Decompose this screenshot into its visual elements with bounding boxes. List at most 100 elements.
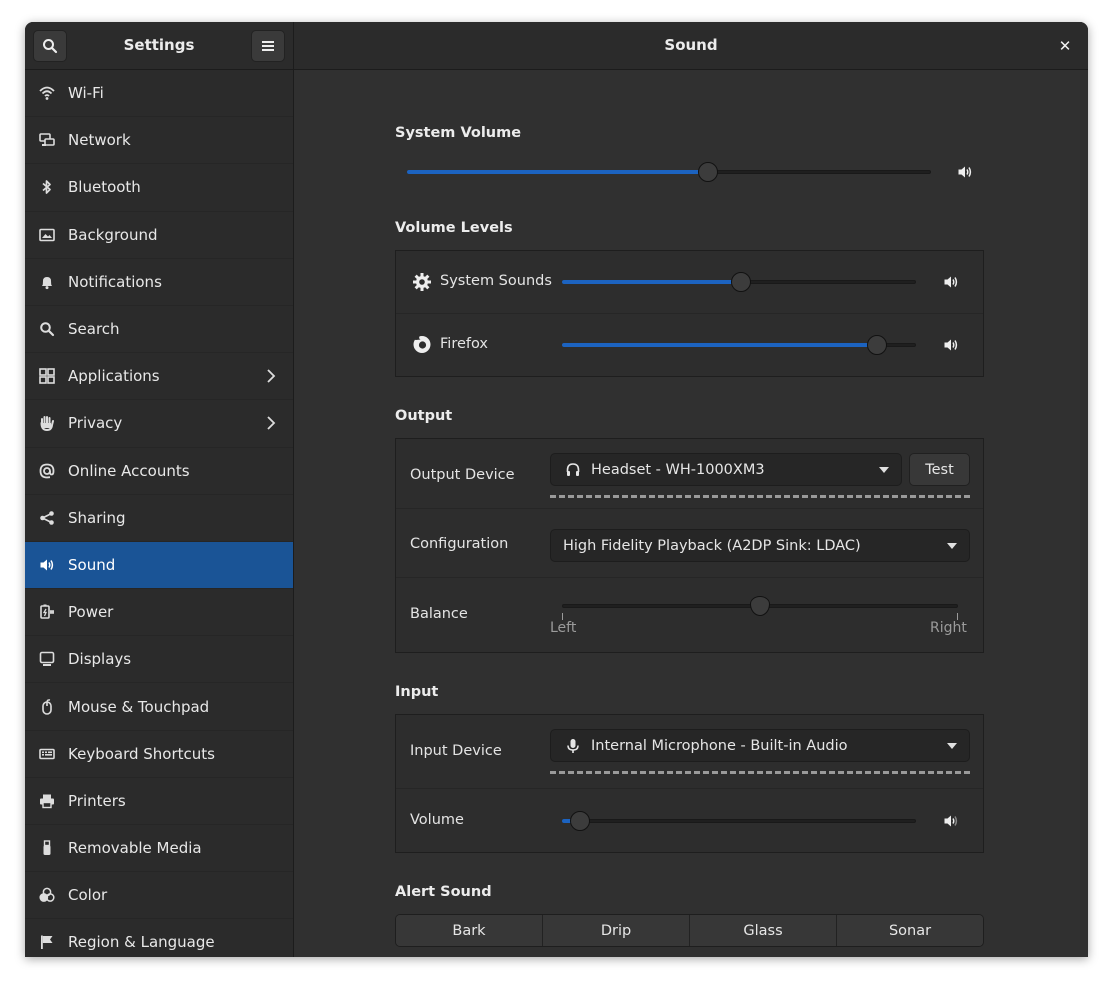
balance-right-label: Right bbox=[930, 620, 967, 636]
sidebar-item-network[interactable]: Network bbox=[25, 117, 293, 165]
alert-sound-glass[interactable]: Glass bbox=[690, 915, 837, 946]
balance-label: Balance bbox=[410, 606, 468, 622]
balance-row: Balance Left Right bbox=[396, 578, 983, 652]
sidebar-item-background[interactable]: Background bbox=[25, 212, 293, 259]
at-sign-icon bbox=[38, 462, 56, 480]
speaker-icon[interactable] bbox=[943, 337, 959, 353]
microphone-icon bbox=[567, 738, 579, 753]
speaker-icon[interactable] bbox=[957, 164, 973, 180]
slider-knob[interactable] bbox=[730, 272, 751, 292]
alert-sound-bark[interactable]: Bark bbox=[396, 915, 543, 946]
slider-knob[interactable] bbox=[569, 811, 590, 831]
alert-sound-selector: Bark Drip Glass Sonar bbox=[395, 914, 984, 947]
sidebar-item-privacy[interactable]: Privacy bbox=[25, 400, 293, 448]
output-device-value: Headset - WH-1000XM3 bbox=[591, 461, 765, 478]
slider-trough bbox=[562, 819, 916, 823]
system-sounds-label: System Sounds bbox=[440, 273, 552, 289]
speaker-icon[interactable] bbox=[943, 274, 959, 290]
input-device-dropdown[interactable]: Internal Microphone - Built-in Audio bbox=[550, 729, 970, 762]
test-button-label: Test bbox=[925, 461, 954, 478]
slider-knob[interactable] bbox=[698, 162, 719, 182]
sidebar-item-removable-media[interactable]: Removable Media bbox=[25, 825, 293, 873]
configuration-dropdown[interactable]: High Fidelity Playback (A2DP Sink: LDAC) bbox=[550, 529, 970, 562]
output-title: Output bbox=[395, 408, 453, 424]
sidebar-item-notifications[interactable]: Notifications bbox=[25, 259, 293, 306]
alert-sound-sonar[interactable]: Sonar bbox=[837, 915, 983, 946]
sidebar-item-label: Sound bbox=[68, 555, 116, 574]
display-icon bbox=[38, 650, 56, 668]
input-volume-slider[interactable] bbox=[562, 811, 916, 831]
sidebar-item-label: Wi-Fi bbox=[68, 84, 104, 103]
sidebar-item-label: Bluetooth bbox=[68, 178, 141, 197]
firefox-label: Firefox bbox=[440, 336, 488, 352]
color-icon bbox=[38, 886, 56, 904]
sidebar: Wi-Fi Network Bluetooth Background Notif… bbox=[25, 70, 294, 957]
sidebar-item-label: Color bbox=[68, 886, 108, 905]
sidebar-item-online-accounts[interactable]: Online Accounts bbox=[25, 448, 293, 495]
sidebar-item-label: Removable Media bbox=[68, 839, 202, 858]
firefox-volume-slider[interactable] bbox=[562, 335, 916, 355]
speaker-low-icon[interactable] bbox=[943, 813, 959, 829]
usb-icon bbox=[38, 839, 56, 857]
chevron-right-icon bbox=[267, 369, 276, 383]
network-icon bbox=[38, 131, 56, 149]
search-icon bbox=[38, 320, 56, 338]
sidebar-item-sound[interactable]: Sound bbox=[25, 541, 293, 590]
input-volume-row: Volume bbox=[396, 789, 983, 852]
sidebar-item-label: Sharing bbox=[68, 508, 126, 527]
sidebar-item-bluetooth[interactable]: Bluetooth bbox=[25, 164, 293, 212]
sidebar-item-displays[interactable]: Displays bbox=[25, 636, 293, 684]
input-volume-label: Volume bbox=[410, 812, 464, 828]
input-device-label: Input Device bbox=[410, 743, 502, 759]
sidebar-item-wifi[interactable]: Wi-Fi bbox=[25, 70, 293, 118]
sidebar-item-region-language[interactable]: Region & Language bbox=[25, 919, 293, 957]
bell-icon bbox=[38, 273, 56, 291]
sidebar-item-label: Privacy bbox=[68, 414, 123, 433]
hand-icon bbox=[38, 414, 56, 432]
slider-fill bbox=[562, 280, 741, 284]
output-device-dropdown[interactable]: Headset - WH-1000XM3 bbox=[550, 453, 902, 486]
sidebar-item-label: Displays bbox=[68, 650, 132, 669]
sidebar-item-label: Applications bbox=[68, 367, 160, 386]
chevron-down-icon bbox=[879, 466, 889, 473]
system-sounds-slider[interactable] bbox=[562, 272, 916, 292]
gear-icon bbox=[413, 273, 431, 291]
sidebar-item-search[interactable]: Search bbox=[25, 306, 293, 354]
test-button[interactable]: Test bbox=[909, 453, 970, 486]
output-device-label: Output Device bbox=[410, 467, 515, 483]
sidebar-item-label: Online Accounts bbox=[68, 461, 190, 480]
balance-slider[interactable] bbox=[562, 596, 958, 616]
header-bar: Settings Sound ✕ bbox=[25, 22, 1088, 70]
app-title: Settings bbox=[123, 36, 195, 54]
slider-fill bbox=[562, 343, 878, 347]
sidebar-header: Settings bbox=[25, 22, 294, 69]
keyboard-icon bbox=[38, 745, 56, 763]
sidebar-item-label: Region & Language bbox=[68, 933, 215, 952]
sidebar-item-keyboard-shortcuts[interactable]: Keyboard Shortcuts bbox=[25, 731, 293, 778]
slider-knob[interactable] bbox=[750, 596, 770, 616]
close-icon: ✕ bbox=[1058, 37, 1072, 55]
slider-knob[interactable] bbox=[867, 335, 888, 355]
input-frame: Input Device Internal Microphone - Built… bbox=[395, 714, 984, 853]
app-volume-row: System Sounds bbox=[396, 251, 983, 314]
system-volume-slider[interactable] bbox=[407, 162, 931, 182]
printer-icon bbox=[38, 792, 56, 810]
volume-levels-frame: System Sounds Firefox bbox=[395, 250, 984, 377]
sidebar-item-label: Notifications bbox=[68, 272, 162, 291]
close-button[interactable]: ✕ bbox=[1054, 35, 1076, 57]
sidebar-item-power[interactable]: Power bbox=[25, 589, 293, 637]
search-button[interactable] bbox=[33, 30, 67, 62]
alert-sound-drip[interactable]: Drip bbox=[543, 915, 690, 946]
search-icon bbox=[43, 39, 58, 54]
chevron-down-icon bbox=[947, 742, 957, 749]
sidebar-item-applications[interactable]: Applications bbox=[25, 353, 293, 401]
configuration-label: Configuration bbox=[410, 536, 509, 552]
hamburger-menu-icon bbox=[262, 41, 274, 51]
sidebar-item-color[interactable]: Color bbox=[25, 872, 293, 920]
sidebar-item-sharing[interactable]: Sharing bbox=[25, 495, 293, 542]
sidebar-item-label: Mouse & Touchpad bbox=[68, 697, 210, 716]
applications-icon bbox=[38, 367, 56, 385]
sidebar-item-printers[interactable]: Printers bbox=[25, 778, 293, 825]
sidebar-item-mouse-touchpad[interactable]: Mouse & Touchpad bbox=[25, 683, 293, 731]
menu-button[interactable] bbox=[251, 30, 285, 62]
